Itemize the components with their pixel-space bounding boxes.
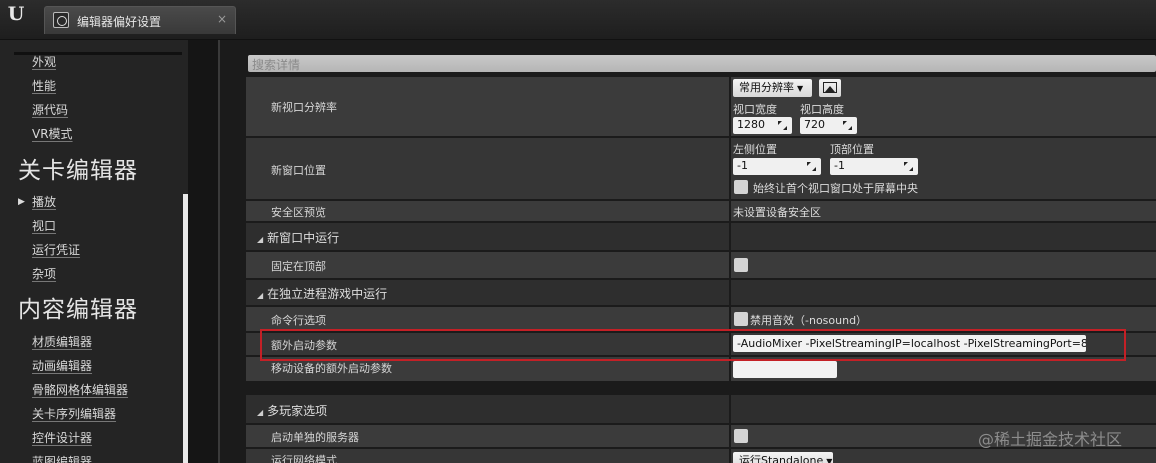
sidebar-item-level-sequence-editor[interactable]: 关卡序列编辑器 bbox=[32, 405, 116, 423]
property-label: 启动单独的服务器 bbox=[271, 431, 359, 444]
search-input[interactable]: 搜索详情 bbox=[248, 55, 1156, 72]
category-label: 多玩家选项 bbox=[267, 404, 328, 418]
tab-editor-preferences[interactable]: 编辑器偏好设置 × bbox=[44, 6, 236, 34]
sidebar-item-performance[interactable]: 性能 bbox=[32, 77, 56, 95]
property-row-always-on-top: 固定在顶部 bbox=[246, 252, 1156, 278]
chevron-down-icon: ▼ bbox=[826, 457, 833, 463]
sidebar-item-run-credentials[interactable]: 运行凭证 bbox=[32, 241, 80, 259]
viewport-height-label: 视口高度 bbox=[800, 103, 844, 116]
left-position-field[interactable]: -1 bbox=[733, 158, 821, 175]
field-value: -1 bbox=[834, 159, 845, 172]
tab-label: 编辑器偏好设置 bbox=[77, 15, 162, 29]
sidebar-item-vr-mode[interactable]: VR模式 bbox=[32, 125, 73, 143]
dropdown-label: 常用分辨率 bbox=[739, 81, 794, 94]
category-new-window[interactable]: ◢ 新窗口中运行 bbox=[246, 223, 1156, 250]
viewport-width-label: 视口宽度 bbox=[733, 103, 777, 116]
sidebar-item-widget-designer[interactable]: 控件设计器 bbox=[32, 429, 92, 447]
center-window-label: 始终让首个视口窗口处于屏幕中央 bbox=[753, 182, 918, 195]
drag-handle-icon[interactable] bbox=[807, 162, 816, 171]
top-position-label: 顶部位置 bbox=[830, 143, 874, 156]
settings-doc-icon bbox=[53, 12, 69, 28]
viewport-height-field[interactable]: 720 bbox=[800, 117, 857, 134]
top-position-field[interactable]: -1 bbox=[830, 158, 918, 175]
property-label: 命令行选项 bbox=[271, 314, 326, 327]
property-row-new-window-position: 新窗口位置 左侧位置 顶部位置 -1 -1 始终让首个视口窗口处于屏幕中央 bbox=[246, 138, 1156, 199]
arrow-right-icon: ▶ bbox=[18, 197, 25, 207]
sidebar-item-material-editor[interactable]: 材质编辑器 bbox=[32, 333, 92, 351]
property-label: 移动设备的额外启动参数 bbox=[271, 362, 392, 375]
watermark: @稀土掘金技术社区 bbox=[978, 430, 1123, 449]
drag-handle-icon[interactable] bbox=[904, 162, 913, 171]
property-label: 新视口分辨率 bbox=[271, 101, 337, 114]
separate-server-checkbox[interactable] bbox=[734, 429, 748, 443]
center-window-checkbox[interactable] bbox=[734, 180, 748, 194]
image-icon bbox=[823, 82, 837, 93]
property-row-command-line: 命令行选项 禁用音效（-nosound） bbox=[246, 307, 1156, 331]
nosound-label: 禁用音效（-nosound） bbox=[750, 314, 868, 327]
category-label: 在独立进程游戏中运行 bbox=[267, 287, 388, 301]
sidebar-item-skeletal-mesh-editor[interactable]: 骨骼网格体编辑器 bbox=[32, 381, 128, 399]
field-value: 720 bbox=[804, 118, 825, 131]
property-grid: 新视口分辨率 常用分辨率 ▼ 视口宽度 视口高度 1280 720 新窗口位置 左… bbox=[246, 77, 1156, 463]
net-mode-dropdown[interactable]: 运行Standalone ▼ bbox=[733, 452, 833, 463]
sidebar-item-play[interactable]: 播放 bbox=[32, 193, 56, 211]
safe-zone-value[interactable]: 未设置设备安全区 bbox=[733, 204, 821, 220]
settings-sidebar bbox=[0, 40, 188, 463]
category-label: 新窗口中运行 bbox=[267, 231, 340, 245]
close-icon[interactable]: × bbox=[217, 12, 227, 26]
drag-handle-icon[interactable] bbox=[778, 121, 787, 130]
title-bar: U 编辑器偏好设置 × bbox=[0, 0, 1156, 40]
property-label: 固定在顶部 bbox=[271, 260, 326, 273]
resolution-preset-dropdown[interactable]: 常用分辨率 ▼ bbox=[733, 79, 812, 97]
field-value: -1 bbox=[737, 159, 748, 172]
expand-arrow-icon: ◢ bbox=[257, 291, 264, 300]
sidebar-item-appearance[interactable]: 外观 bbox=[32, 53, 56, 71]
category-standalone-game[interactable]: ◢ 在独立进程游戏中运行 bbox=[246, 280, 1156, 305]
drag-handle-icon[interactable] bbox=[843, 121, 852, 130]
property-label: 新窗口位置 bbox=[271, 164, 326, 177]
chevron-down-icon: ▼ bbox=[797, 84, 804, 93]
mobile-launch-args-input[interactable] bbox=[733, 361, 837, 378]
sidebar-item-viewports[interactable]: 视口 bbox=[32, 217, 56, 235]
sidebar-item-source-code[interactable]: 源代码 bbox=[32, 101, 68, 119]
property-label: 安全区预览 bbox=[271, 206, 326, 219]
sidebar-item-animation-editor[interactable]: 动画编辑器 bbox=[32, 357, 92, 375]
expand-arrow-icon: ◢ bbox=[257, 408, 264, 417]
left-position-label: 左侧位置 bbox=[733, 143, 777, 156]
search-placeholder: 搜索详情 bbox=[252, 58, 301, 72]
viewport-width-field[interactable]: 1280 bbox=[733, 117, 792, 134]
splitter[interactable] bbox=[188, 40, 218, 463]
nosound-checkbox[interactable] bbox=[734, 312, 748, 326]
property-row-net-mode: 运行网络模式 运行Standalone ▼ bbox=[246, 449, 1156, 463]
property-row-new-viewport-resolution: 新视口分辨率 常用分辨率 ▼ 视口宽度 视口高度 1280 720 bbox=[246, 77, 1156, 136]
category-multiplayer[interactable]: ◢ 多玩家选项 bbox=[246, 395, 1156, 423]
field-value: 1280 bbox=[737, 118, 765, 131]
always-on-top-checkbox[interactable] bbox=[734, 258, 748, 272]
property-label: 运行网络模式 bbox=[271, 454, 337, 463]
dropdown-label: 运行Standalone bbox=[739, 454, 824, 463]
image-button[interactable] bbox=[819, 79, 841, 97]
highlight-box bbox=[260, 329, 1126, 361]
unreal-logo-icon: U bbox=[7, 3, 25, 25]
sidebar-item-blueprint-editor[interactable]: 蓝图编辑器 bbox=[32, 453, 92, 463]
sidebar-heading-level-editor: 关卡编辑器 bbox=[18, 158, 138, 184]
sidebar-item-misc[interactable]: 杂项 bbox=[32, 265, 56, 283]
sidebar-heading-content-editors: 内容编辑器 bbox=[18, 297, 138, 323]
expand-arrow-icon: ◢ bbox=[257, 235, 264, 244]
property-row-safe-zone: 安全区预览 未设置设备安全区 bbox=[246, 201, 1156, 221]
